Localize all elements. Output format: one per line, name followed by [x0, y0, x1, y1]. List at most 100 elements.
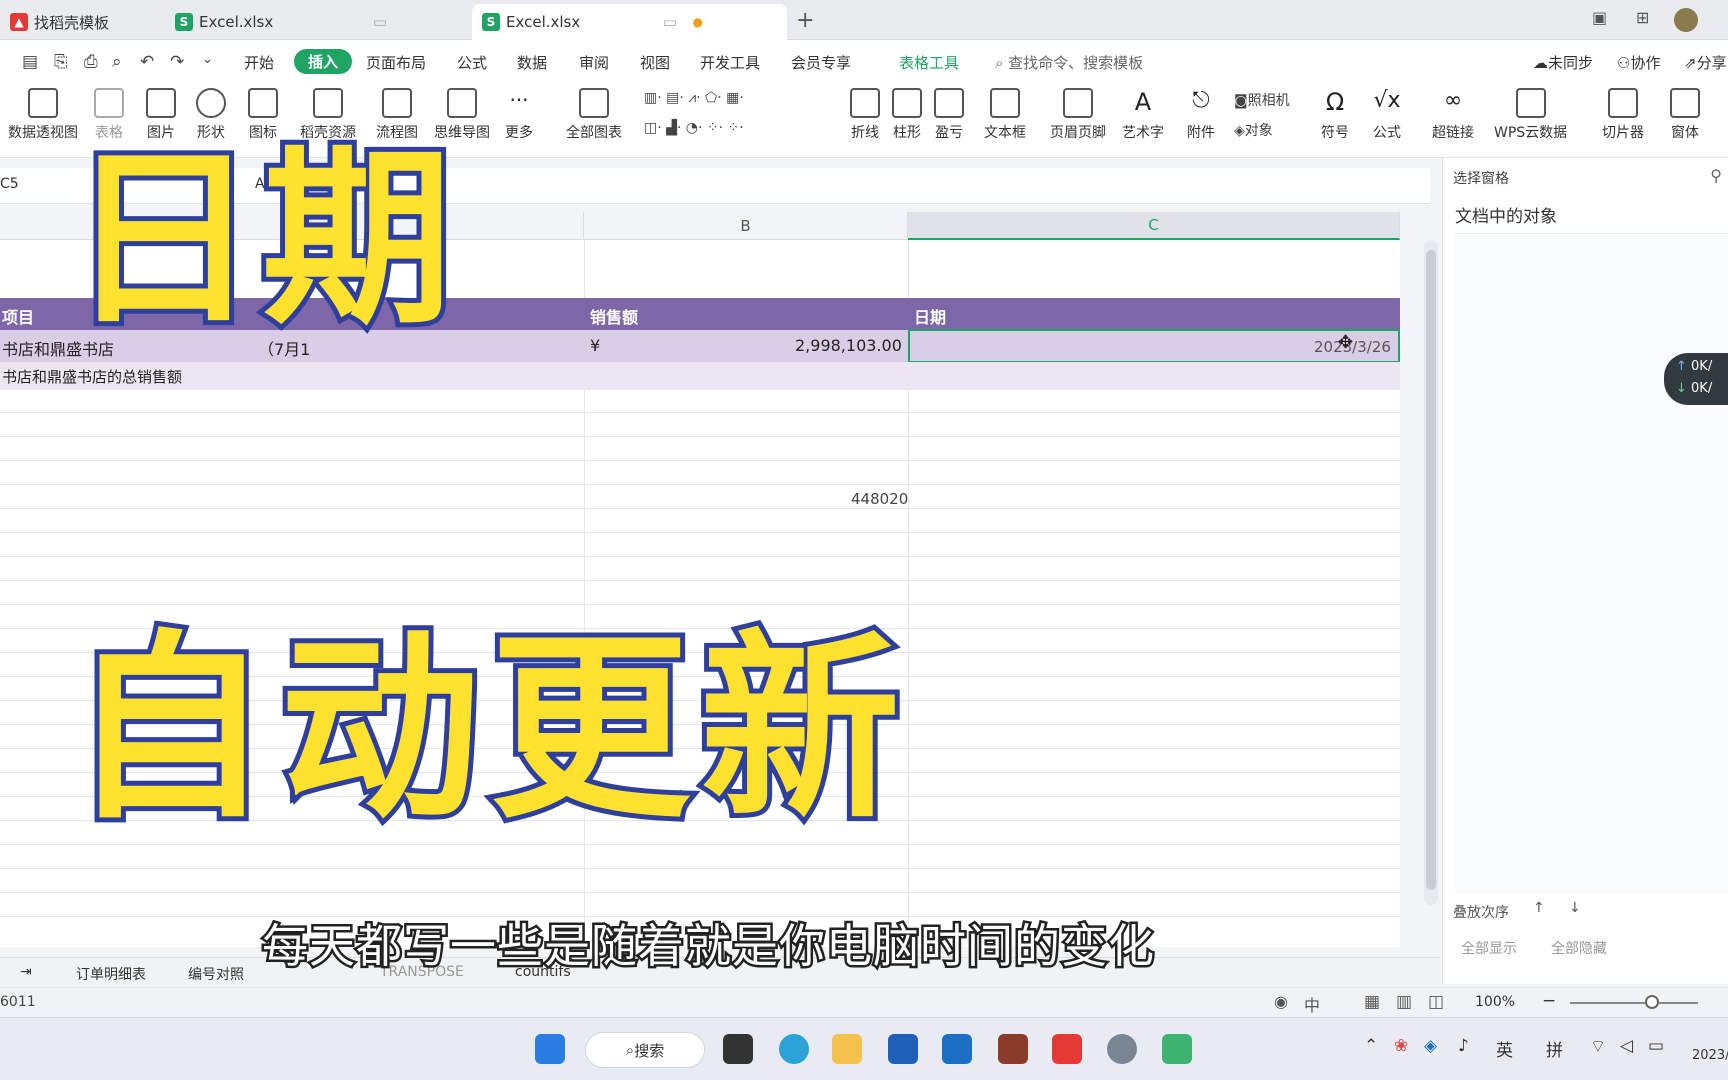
sparkline-column-button[interactable]: 柱形: [892, 88, 922, 142]
layout-icon[interactable]: ▣: [1592, 8, 1607, 27]
undo-icon[interactable]: ↶: [140, 52, 154, 72]
taskbar-search[interactable]: ⌕ 搜索: [585, 1032, 705, 1068]
menu-member[interactable]: 会员专享: [791, 52, 851, 73]
name-box[interactable]: C5: [0, 176, 19, 192]
equation-button[interactable]: √x 公式: [1372, 88, 1402, 142]
settings-gear-icon[interactable]: [1107, 1034, 1137, 1064]
wps-icon[interactable]: [1052, 1034, 1082, 1064]
sparkline-line-button[interactable]: 折线: [850, 88, 880, 142]
media-player-icon[interactable]: [1162, 1034, 1192, 1064]
break-view-icon[interactable]: ◫: [1428, 992, 1444, 1012]
selected-cell[interactable]: [908, 329, 1400, 363]
menu-formula[interactable]: 公式: [457, 52, 487, 73]
pin-icon[interactable]: ⚲: [1710, 166, 1722, 185]
zoom-slider[interactable]: [1570, 1002, 1698, 1004]
arrow-down-icon[interactable]: ↓: [1569, 900, 1581, 916]
menu-insert[interactable]: 插入: [294, 49, 353, 74]
hyperlink-button[interactable]: ∞ 超链接: [1432, 88, 1474, 142]
tray-cloud-icon[interactable]: ◈: [1424, 1036, 1437, 1056]
print-icon[interactable]: ⎙: [84, 52, 98, 72]
header-sales[interactable]: 销售额: [590, 304, 638, 328]
save-icon[interactable]: ▤: [22, 52, 38, 72]
header-footer-button[interactable]: 页眉页脚: [1050, 88, 1106, 142]
store-icon[interactable]: [942, 1034, 972, 1064]
tray-app-icon[interactable]: ❀: [1394, 1036, 1408, 1056]
show-all-button[interactable]: 全部显示: [1461, 938, 1517, 958]
slicer-button[interactable]: 切片器: [1602, 88, 1644, 142]
zoom-out-icon[interactable]: −: [1542, 991, 1556, 1011]
collab-button[interactable]: ⚇协作: [1617, 52, 1660, 73]
cell-b-value[interactable]: 448020: [851, 490, 908, 508]
arrow-up-icon[interactable]: ↑: [1533, 900, 1545, 916]
cell-b4[interactable]: 2,998,103.00: [795, 336, 902, 355]
form-button[interactable]: 窗体: [1670, 88, 1700, 142]
ime-lang[interactable]: 英: [1496, 1036, 1513, 1061]
camera-button[interactable]: ◙照相机: [1234, 90, 1290, 110]
textbox-icon: [990, 88, 1020, 118]
object-button[interactable]: ◈对象: [1234, 120, 1273, 140]
windows-start-icon[interactable]: [535, 1034, 565, 1064]
preview-icon[interactable]: ⌕: [112, 52, 122, 72]
lens-app-icon[interactable]: [888, 1034, 918, 1064]
menu-start[interactable]: 开始: [244, 52, 274, 73]
chart-type-grid-2[interactable]: ◫· ▟· ◔· ⁘· ⁘·: [644, 120, 744, 136]
column-header-c[interactable]: C: [908, 212, 1400, 240]
vertical-scrollbar[interactable]: [1424, 240, 1438, 905]
input-mode-icon[interactable]: 中: [1304, 992, 1320, 1016]
new-tab-button[interactable]: +: [796, 8, 814, 33]
tab-template[interactable]: ▲ 找稻壳模板: [0, 4, 160, 40]
header-item[interactable]: 项目: [2, 304, 34, 328]
wps-cloud-data-button[interactable]: WPS云数据: [1494, 88, 1567, 142]
chevron-up-icon[interactable]: ⌃: [1364, 1036, 1378, 1056]
tab-excel-2[interactable]: S Excel.xlsx ▭ ●: [472, 4, 787, 40]
more-button[interactable]: ··· 更多: [504, 88, 534, 142]
volume-icon[interactable]: ◁: [1620, 1036, 1633, 1056]
ime-mode[interactable]: 拼: [1546, 1036, 1563, 1061]
hide-all-button[interactable]: 全部隐藏: [1551, 938, 1607, 958]
page-view-icon[interactable]: ▥: [1396, 992, 1412, 1012]
menu-view[interactable]: 视图: [640, 52, 670, 73]
selection-pane-title[interactable]: 选择窗格: [1453, 168, 1509, 188]
sheet-tab-codes[interactable]: 编号对照: [188, 964, 244, 984]
menu-page-layout[interactable]: 页面布局: [366, 52, 426, 73]
chevron-down-icon[interactable]: ⌄: [202, 52, 213, 67]
column-header-b[interactable]: B: [584, 212, 908, 240]
attachment-button[interactable]: ⎋ 附件: [1186, 88, 1216, 142]
menu-data[interactable]: 数据: [517, 52, 547, 73]
wordart-button[interactable]: A 艺术字: [1122, 88, 1164, 142]
normal-view-icon[interactable]: ▦: [1364, 992, 1380, 1012]
command-search[interactable]: ⌕ 查找命令、搜索模板: [995, 52, 1143, 73]
textbox-button[interactable]: 文本框: [984, 88, 1026, 142]
tab-excel-1[interactable]: S Excel.xlsx ▭: [165, 4, 465, 40]
export-icon[interactable]: ⎘: [54, 52, 68, 72]
share-button[interactable]: ⇗分享: [1684, 52, 1727, 73]
scroll-thumb[interactable]: [1426, 250, 1436, 890]
sync-button[interactable]: ☁未同步: [1533, 52, 1593, 73]
edge-browser-icon[interactable]: [779, 1034, 809, 1064]
clock-date[interactable]: 2023/: [1692, 1048, 1728, 1063]
task-view-icon[interactable]: [723, 1034, 753, 1064]
apps-grid-icon[interactable]: ⊞: [1636, 8, 1649, 27]
objects-list[interactable]: [1455, 233, 1728, 893]
all-charts-button[interactable]: 全部图表: [566, 88, 622, 142]
zoom-slider-knob[interactable]: [1645, 995, 1659, 1009]
file-explorer-icon[interactable]: [832, 1034, 862, 1064]
sheet-tab-orders[interactable]: 订单明细表: [76, 964, 146, 984]
eye-protect-icon[interactable]: ◉: [1274, 992, 1288, 1011]
last-sheet-icon[interactable]: ⇥: [20, 964, 32, 980]
header-date[interactable]: 日期: [914, 304, 946, 328]
symbol-button[interactable]: Ω 符号: [1320, 88, 1350, 142]
microphone-icon[interactable]: ♪: [1458, 1036, 1469, 1056]
menu-table-tools[interactable]: 表格工具: [899, 52, 959, 73]
battery-icon[interactable]: ▭: [1648, 1036, 1664, 1056]
wifi-icon[interactable]: ⌔: [1590, 1036, 1606, 1057]
zoom-level[interactable]: 100%: [1475, 994, 1515, 1010]
sparkline-winloss-button[interactable]: 盈亏: [934, 88, 964, 142]
avatar[interactable]: [1674, 8, 1698, 32]
chart-type-grid[interactable]: ▥· ▤· ⩘· ⬠· ▦·: [644, 90, 744, 106]
menu-dev-tools[interactable]: 开发工具: [700, 52, 760, 73]
cell-a5[interactable]: 书店和鼎盛书店的总销售额: [2, 366, 182, 387]
winrar-icon[interactable]: [998, 1034, 1028, 1064]
redo-icon[interactable]: ↷: [170, 52, 184, 72]
menu-review[interactable]: 审阅: [579, 52, 609, 73]
